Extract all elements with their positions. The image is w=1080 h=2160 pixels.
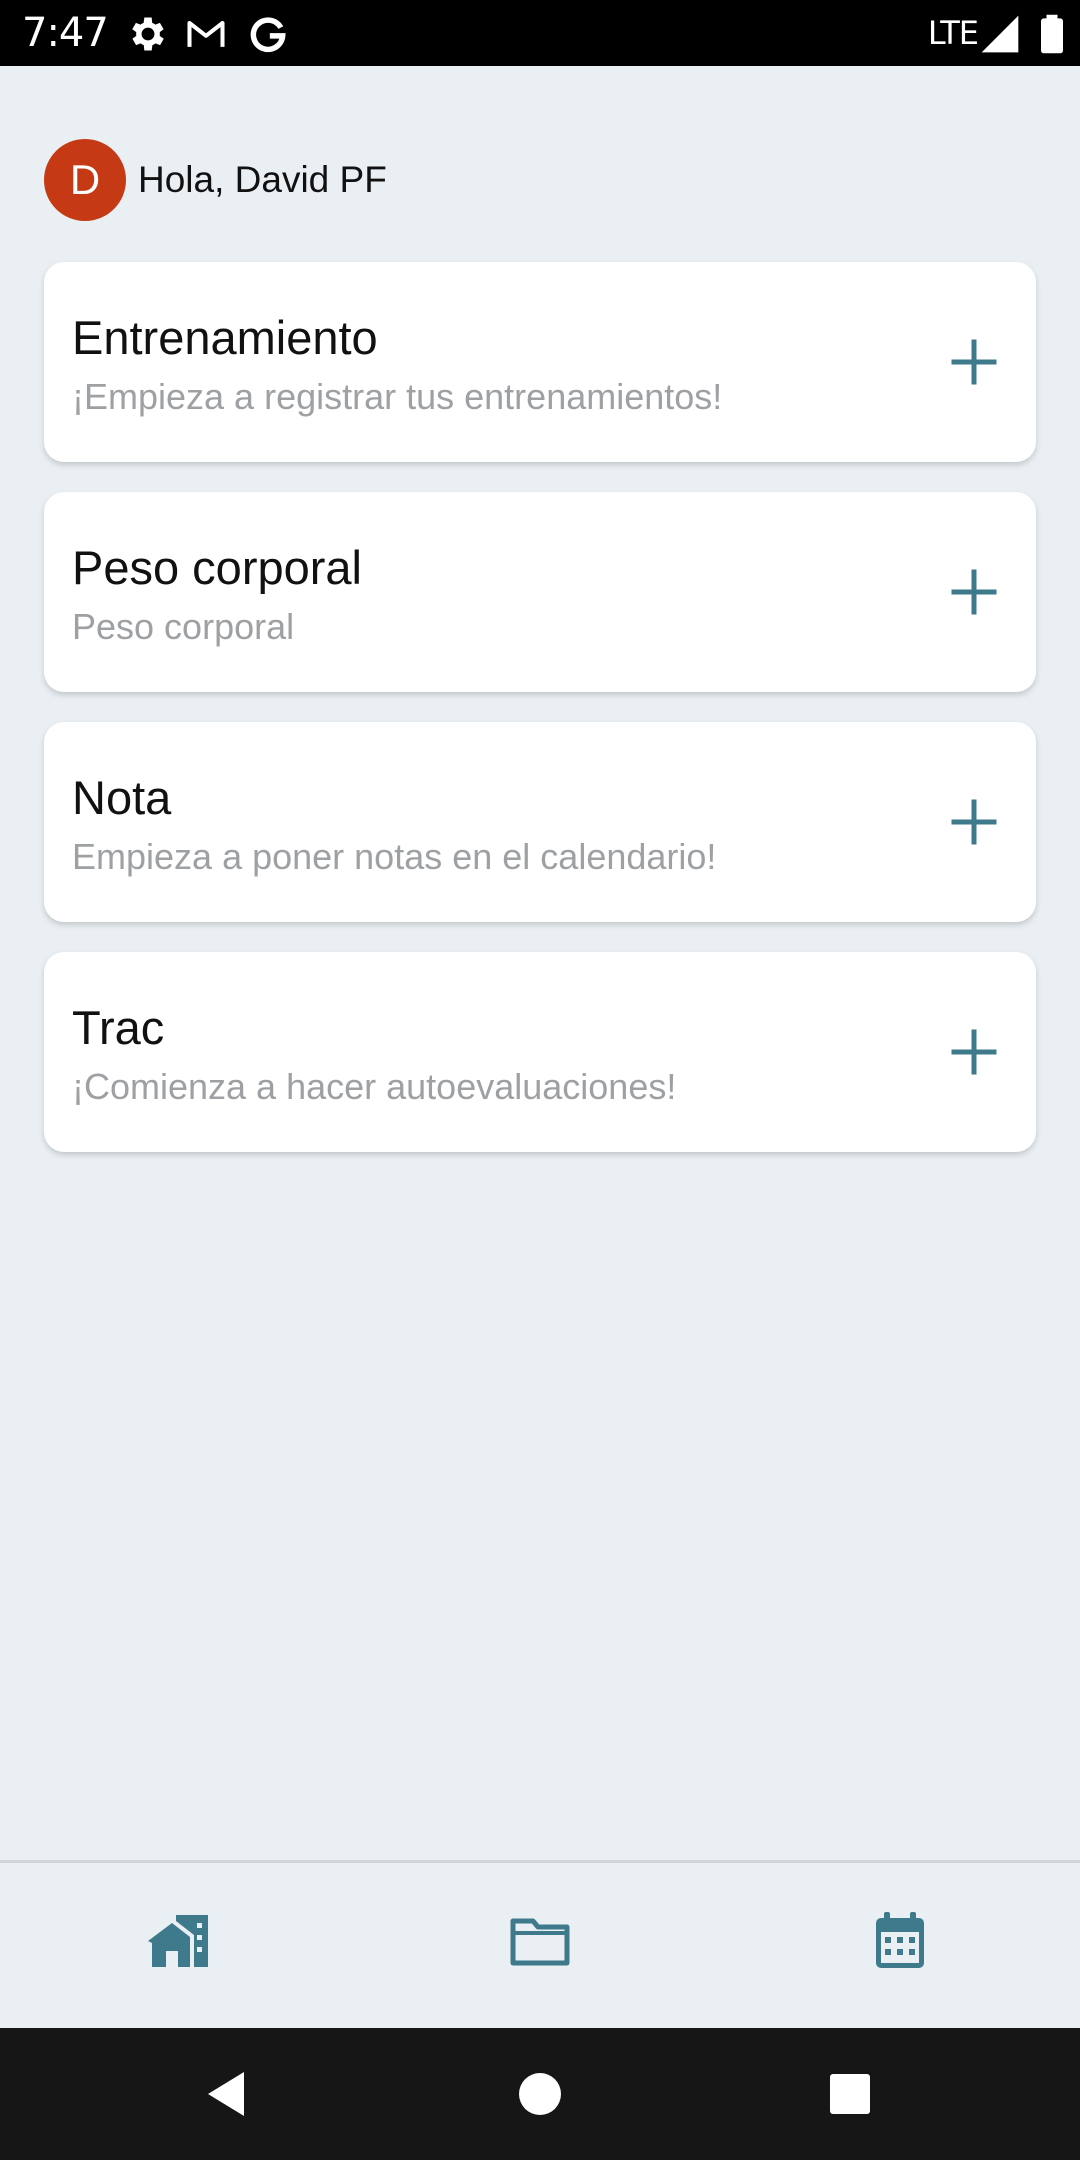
battery-icon [1041, 14, 1063, 54]
card-subtitle: ¡Empieza a registrar tus entrenamientos! [72, 376, 723, 417]
card-subtitle: Empieza a poner notas en el calendario! [72, 836, 717, 877]
add-icon[interactable] [948, 1026, 1000, 1078]
add-icon[interactable] [948, 336, 1000, 388]
avatar[interactable]: D [44, 139, 126, 221]
card-entrenamiento[interactable]: Entrenamiento ¡Empieza a registrar tus e… [44, 262, 1036, 462]
card-peso-corporal[interactable]: Peso corporal Peso corporal [44, 492, 1036, 692]
recents-icon [830, 2074, 870, 2114]
gmail-icon [187, 20, 225, 47]
calendar-icon [876, 1912, 924, 1968]
nav-folder[interactable] [500, 1901, 580, 1981]
greeting-text: Hola, David PF [138, 159, 387, 200]
network-type: LTE [927, 14, 979, 52]
back-button[interactable] [190, 2058, 262, 2130]
gear-icon [132, 17, 164, 51]
bottom-nav [0, 1860, 1080, 2028]
add-icon[interactable] [948, 796, 1000, 848]
folder-icon [510, 1918, 570, 1966]
signal-icon [981, 15, 1019, 53]
card-title: Nota [72, 771, 172, 824]
status-bar: 7:47 LTE [0, 0, 1080, 66]
nav-home[interactable] [140, 1901, 220, 1981]
card-nota[interactable]: Nota Empieza a poner notas en el calenda… [44, 722, 1036, 922]
home-icon [148, 1915, 208, 1967]
home-button[interactable] [504, 2058, 576, 2130]
card-title: Peso corporal [72, 541, 362, 594]
home-circle-icon [519, 2073, 561, 2115]
card-subtitle: ¡Comienza a hacer autoevaluaciones! [72, 1066, 677, 1107]
greeting: D Hola, David PF [44, 138, 387, 222]
google-icon [250, 17, 286, 53]
card-title: Trac [72, 1001, 165, 1054]
card-title: Entrenamiento [72, 311, 378, 364]
status-time: 7:47 [22, 10, 109, 56]
nav-calendar[interactable] [860, 1901, 940, 1981]
back-icon [208, 2072, 244, 2116]
avatar-letter: D [69, 156, 101, 203]
card-subtitle: Peso corporal [72, 606, 295, 647]
card-trac[interactable]: Trac ¡Comienza a hacer autoevaluaciones! [44, 952, 1036, 1152]
add-icon[interactable] [948, 566, 1000, 618]
system-nav-bar [0, 2028, 1080, 2160]
recents-button[interactable] [814, 2058, 886, 2130]
